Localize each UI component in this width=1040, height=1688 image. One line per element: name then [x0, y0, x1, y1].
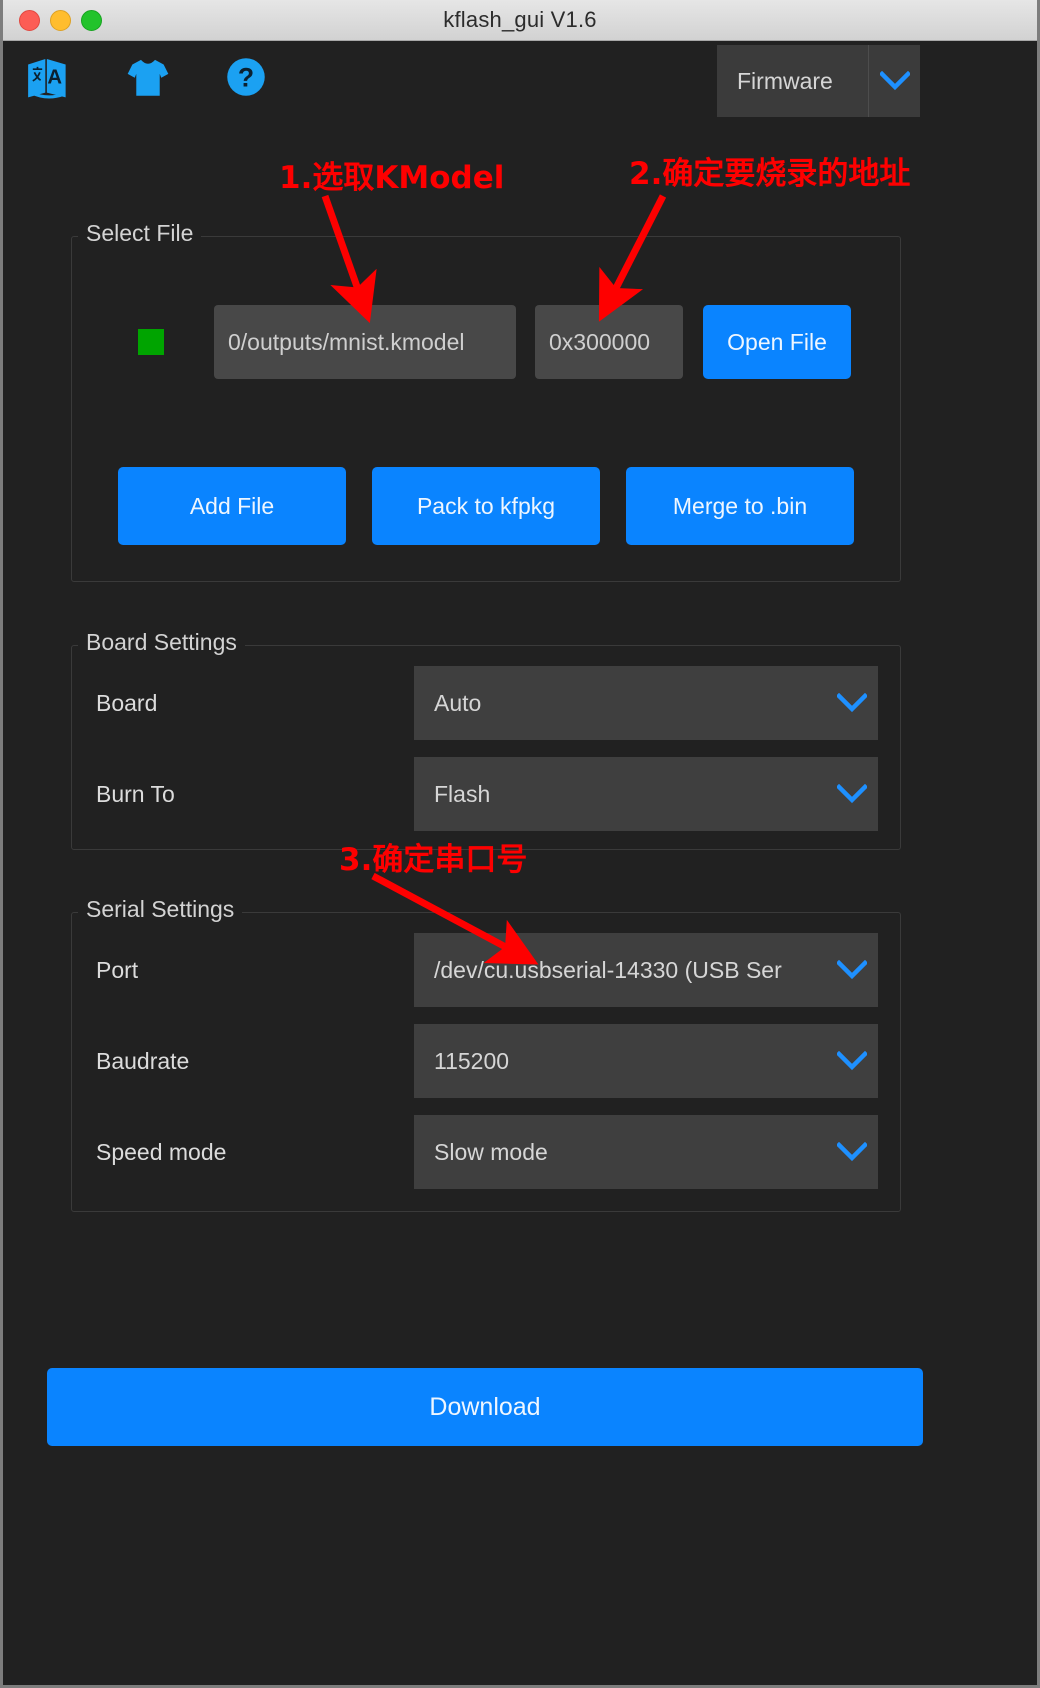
select-file-group-title: Select File [78, 220, 202, 247]
file-action-buttons: Add File Pack to kfpkg Merge to .bin [118, 467, 854, 545]
annotation-1-text: 1.选取KModel [279, 160, 505, 196]
chevron-down-icon [826, 933, 878, 1007]
port-select[interactable]: /dev/cu.usbserial-14330 (USB Ser [414, 933, 878, 1007]
help-icon[interactable]: ? [221, 51, 271, 103]
chevron-down-icon [826, 1115, 878, 1189]
merge-to-bin-button[interactable]: Merge to .bin [626, 467, 854, 545]
baudrate-row: Baudrate 115200 [72, 1024, 900, 1098]
board-settings-group-title: Board Settings [78, 629, 245, 656]
board-row: Board Auto [72, 666, 900, 740]
window-controls [19, 9, 102, 31]
file-address-input[interactable]: 0x300000 [535, 305, 683, 379]
speed-mode-select[interactable]: Slow mode [414, 1115, 878, 1189]
board-label: Board [96, 689, 158, 716]
burn-to-label: Burn To [96, 780, 175, 807]
speed-mode-select-value: Slow mode [434, 1138, 548, 1165]
tshirt-icon[interactable] [123, 51, 173, 103]
svg-text:A: A [47, 66, 62, 88]
maximize-window-button[interactable] [81, 9, 102, 31]
file-path-input[interactable]: 0/outputs/mnist.kmodel [214, 305, 516, 379]
add-file-button[interactable]: Add File [118, 467, 346, 545]
window-title: kflash_gui V1.6 [443, 7, 597, 32]
board-select-value: Auto [434, 689, 482, 716]
annotation-2-text: 2.确定要烧录的地址 [629, 156, 911, 192]
translate-icon[interactable]: A [25, 51, 75, 103]
burn-to-row: Burn To Flash [72, 757, 900, 831]
chevron-down-icon [826, 757, 878, 831]
chevron-down-icon [826, 1024, 878, 1098]
pack-to-kfpkg-button[interactable]: Pack to kfpkg [372, 467, 600, 545]
toolbar-icon-group: A ? [25, 51, 271, 103]
board-select[interactable]: Auto [414, 666, 878, 740]
svg-text:?: ? [238, 62, 254, 92]
firmware-mode-value: Firmware [737, 67, 833, 94]
chevron-down-icon [826, 666, 878, 740]
select-file-group: Select File 0/outputs/mnist.kmodel 0x300… [71, 220, 901, 582]
title-bar: kflash_gui V1.6 [3, 0, 1037, 41]
minimize-window-button[interactable] [50, 9, 71, 31]
file-status-indicator [138, 329, 164, 355]
firmware-mode-select[interactable]: Firmware [717, 45, 920, 117]
port-row: Port /dev/cu.usbserial-14330 (USB Ser [72, 933, 900, 1007]
burn-to-select-value: Flash [434, 780, 491, 807]
serial-settings-group: Serial Settings Port /dev/cu.usbserial-1… [71, 896, 901, 1212]
port-select-value: /dev/cu.usbserial-14330 (USB Ser [434, 956, 782, 983]
serial-settings-group-title: Serial Settings [78, 896, 243, 923]
baudrate-label: Baudrate [96, 1047, 190, 1074]
chevron-down-icon [868, 45, 920, 117]
file-entry-row: 0/outputs/mnist.kmodel 0x300000 Open Fil… [72, 305, 900, 379]
speed-mode-row: Speed mode Slow mode [72, 1115, 900, 1189]
baudrate-select-value: 115200 [434, 1047, 510, 1074]
burn-to-select[interactable]: Flash [414, 757, 878, 831]
open-file-button[interactable]: Open File [703, 305, 851, 379]
app-window: kflash_gui V1.6 A ? Firmware Select File… [0, 0, 1040, 1688]
close-window-button[interactable] [19, 9, 40, 31]
baudrate-select[interactable]: 115200 [414, 1024, 878, 1098]
toolbar: A ? Firmware [3, 41, 1037, 141]
board-settings-group: Board Settings Board Auto Burn To Flash [71, 629, 901, 850]
download-button[interactable]: Download [47, 1368, 923, 1446]
speed-mode-label: Speed mode [96, 1138, 227, 1165]
port-label: Port [96, 956, 139, 983]
